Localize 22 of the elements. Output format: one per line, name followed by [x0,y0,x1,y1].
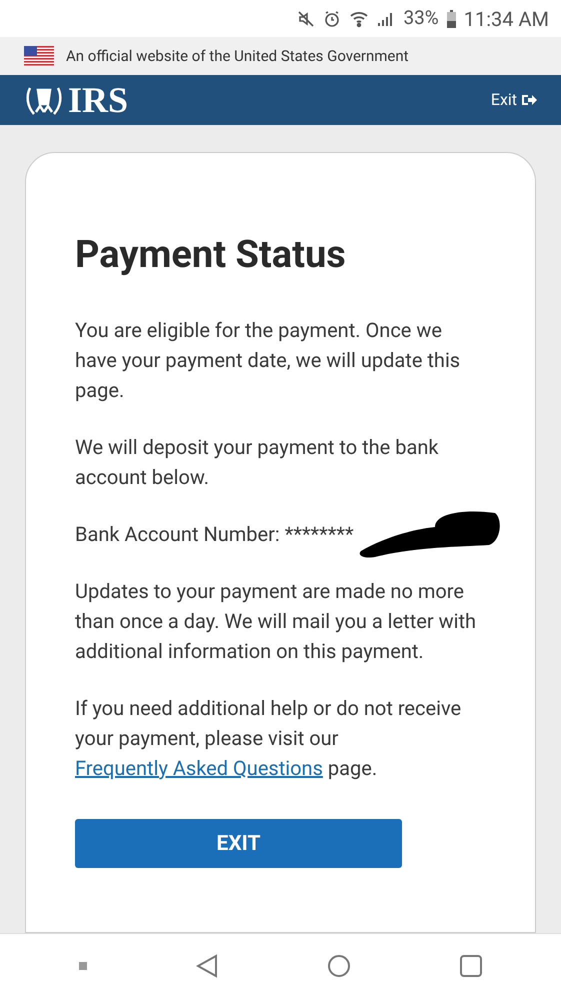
paragraph: You are eligible for the payment. Once we have your payment date, we will update this page. [75,317,462,404]
irs-logo: IRS [68,82,128,118]
faq-link[interactable]: Frequently Asked Questions [75,756,323,780]
battery-icon [446,10,456,28]
exit-button[interactable]: EXIT [75,819,402,868]
wifi-icon [349,10,370,28]
paragraph: We will deposit your payment to the bank account below. [75,434,440,491]
back-icon[interactable] [196,954,218,978]
home-icon[interactable] [327,954,352,978]
help-paragraph: If you need additional help or do not receive your payment, please visit our Frequently Asked Questions page. [75,695,462,782]
flag-icon [24,46,54,66]
battery-percent: 33% [403,5,439,32]
recents-icon[interactable] [460,955,482,977]
account-number-text: Bank Account Number: ******** [75,522,354,546]
exit-link[interactable]: Exit [490,88,537,112]
page-title: Payment Status [75,233,347,277]
banner-text: An official website of the United States Government [66,46,409,67]
alarm-icon [323,10,342,28]
exit-icon [521,93,537,107]
clock-time: 11:34 AM [464,6,549,32]
paragraph: Updates to your payment are made no more than once a day. We will mail you a letter with additional information on this payment. [75,578,478,665]
mute-icon [297,10,316,28]
